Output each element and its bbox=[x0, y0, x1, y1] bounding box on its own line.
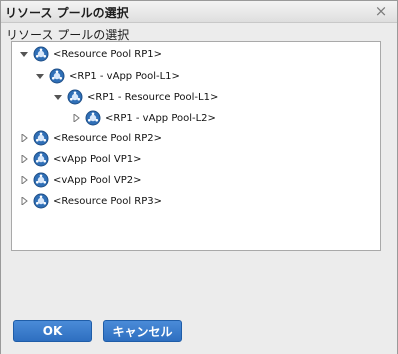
resource-pool-icon bbox=[67, 89, 83, 105]
expand-arrow-icon[interactable] bbox=[20, 155, 28, 163]
tree-item-label: <RP1 - vApp Pool-L2> bbox=[105, 112, 216, 124]
tree-item-resource-pool-rp3[interactable]: <Resource Pool RP3> bbox=[20, 193, 162, 209]
resource-pool-icon bbox=[49, 68, 65, 84]
tree-item-rp1-vapp-pool-l2[interactable]: <RP1 - vApp Pool-L2> bbox=[72, 110, 216, 126]
collapse-arrow-icon[interactable] bbox=[20, 50, 28, 58]
resource-pool-icon bbox=[85, 110, 101, 126]
resource-pool-icon bbox=[33, 172, 49, 188]
expand-arrow-icon[interactable] bbox=[20, 197, 28, 205]
ok-button[interactable]: OK bbox=[13, 320, 92, 342]
tree-item-label: <vApp Pool VP2> bbox=[53, 174, 142, 186]
tree-item-resource-pool-rp2[interactable]: <Resource Pool RP2> bbox=[20, 130, 162, 146]
tree-item-label: <RP1 - Resource Pool-L1> bbox=[87, 91, 219, 103]
title-bar: リソース プールの選択 × bbox=[1, 1, 397, 23]
expand-arrow-icon[interactable] bbox=[20, 176, 28, 184]
tree-item-vapp-pool-vp2[interactable]: <vApp Pool VP2> bbox=[20, 172, 142, 188]
resource-pool-tree: <Resource Pool RP1> <RP1 - vApp Pool-L1> bbox=[11, 41, 381, 251]
expand-arrow-icon[interactable] bbox=[72, 114, 80, 122]
tree-item-resource-pool-rp1[interactable]: <Resource Pool RP1> bbox=[20, 46, 162, 62]
resource-pool-icon bbox=[33, 151, 49, 167]
window-title: リソース プールの選択 bbox=[5, 6, 129, 20]
expand-arrow-icon[interactable] bbox=[20, 134, 28, 142]
tree-item-rp1-vapp-pool-l1[interactable]: <RP1 - vApp Pool-L1> bbox=[36, 68, 180, 84]
collapse-arrow-icon[interactable] bbox=[36, 72, 44, 80]
tree-item-label: <Resource Pool RP1> bbox=[53, 48, 163, 60]
resource-pool-icon bbox=[33, 46, 49, 62]
close-icon[interactable]: × bbox=[373, 3, 389, 19]
resource-pool-icon bbox=[33, 193, 49, 209]
tree-item-vapp-pool-vp1[interactable]: <vApp Pool VP1> bbox=[20, 151, 142, 167]
tree-item-rp1-resource-pool-l1[interactable]: <RP1 - Resource Pool-L1> bbox=[54, 89, 218, 105]
resource-pool-icon bbox=[33, 130, 49, 146]
cancel-button[interactable]: キャンセル bbox=[103, 320, 182, 342]
tree-item-label: <vApp Pool VP1> bbox=[53, 153, 142, 165]
resource-pool-selection-dialog: リソース プールの選択 × リソース プールの選択 <Resource Pool… bbox=[0, 0, 398, 354]
tree-item-label: <Resource Pool RP3> bbox=[53, 195, 163, 207]
tree-item-label: <RP1 - vApp Pool-L1> bbox=[69, 70, 180, 82]
tree-item-label: <Resource Pool RP2> bbox=[53, 132, 163, 144]
collapse-arrow-icon[interactable] bbox=[54, 93, 62, 101]
